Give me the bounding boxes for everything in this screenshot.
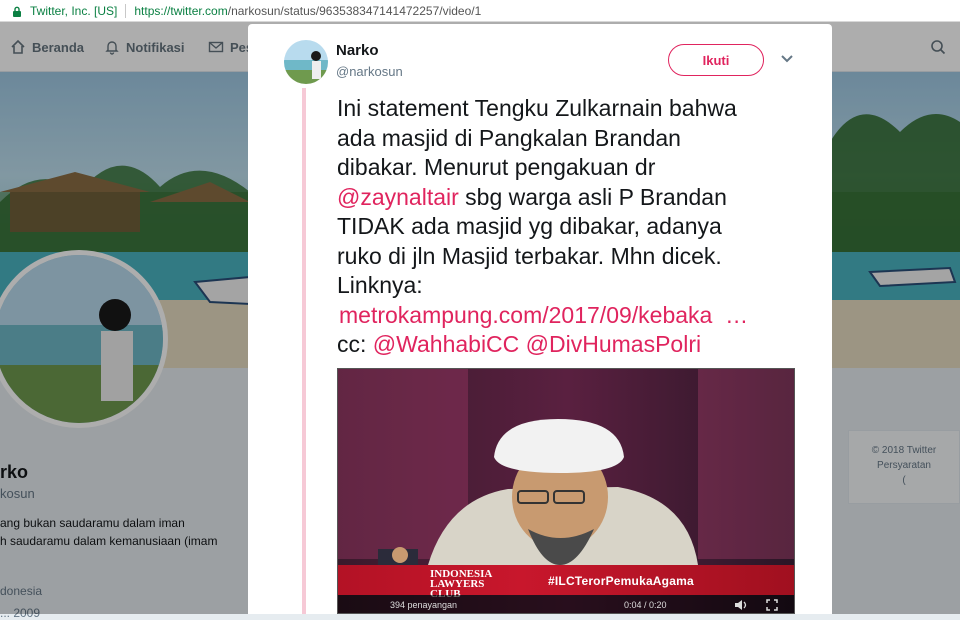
tweet-modal: Narko @narkosun Ikuti Ini statement Teng… [248, 24, 832, 614]
tweet-line-4: @zaynaltair sbg warga asli P Brandan [337, 183, 797, 213]
follow-button[interactable]: Ikuti [668, 44, 764, 76]
tweet-line-4-rest: sbg warga asli P Brandan [458, 183, 727, 210]
url-host[interactable]: https://twitter.com [134, 4, 227, 18]
mention-link[interactable]: @DivHumasPolri [526, 331, 701, 357]
mention-link[interactable]: @zaynaltair [337, 184, 459, 210]
video-controls[interactable]: 394 penayangan 0:04 / 0:20 [338, 595, 794, 613]
tweet-line-1: Ini statement Tengku Zulkarnain bahwa [337, 95, 737, 121]
cc-prefix: cc: [337, 331, 373, 357]
volume-icon[interactable] [734, 599, 748, 611]
tweet-line-6: ruko di jln Masjid terbakar. Mhn dicek. [337, 242, 722, 269]
tweet-line-cc: cc: @WahhabiCC @DivHumasPolri [337, 330, 797, 360]
security-label: Twitter, Inc. [US] [30, 3, 118, 18]
tweet-line-7: Linknya: [337, 272, 423, 298]
tweet-text: Ini statement Tengku Zulkarnain bahwa ad… [337, 94, 797, 360]
avatar-photo [284, 40, 328, 84]
url-path[interactable]: /narkosun/status/963538347141472257/vide… [228, 4, 482, 18]
video-hashtag: #ILCTerorPemukaAgama [548, 574, 694, 588]
tweet-line-3: dibakar. Menurut pengakuan dr [337, 154, 656, 180]
view-count: 394 penayangan [390, 600, 458, 610]
video-time: 0:04 / 0:20 [624, 600, 667, 610]
thread-line [302, 88, 306, 614]
tweet-line-5: TIDAK ada masjid yg dibakar, adanya [337, 213, 722, 239]
author-handle[interactable]: @narkosun [336, 64, 403, 79]
external-link[interactable]: metrokampung.com/2017/09/kebaka … [337, 301, 797, 331]
fullscreen-icon[interactable] [766, 599, 778, 611]
address-divider [125, 3, 127, 18]
video-player[interactable]: INDONESIA LAWYERS CLUB #ILCTerorPemukaAg… [337, 368, 795, 614]
lock-icon [12, 6, 22, 17]
author-name[interactable]: Narko [336, 42, 379, 59]
tweet-line-2: ada masjid di Pangkalan Brandan [337, 124, 681, 151]
browser-address-bar[interactable]: Twitter, Inc. [US] https://twitter.com /… [0, 0, 960, 22]
author-avatar[interactable] [284, 40, 328, 84]
chevron-down-icon[interactable] [780, 54, 794, 64]
mention-link[interactable]: @WahhabiCC [373, 331, 520, 357]
